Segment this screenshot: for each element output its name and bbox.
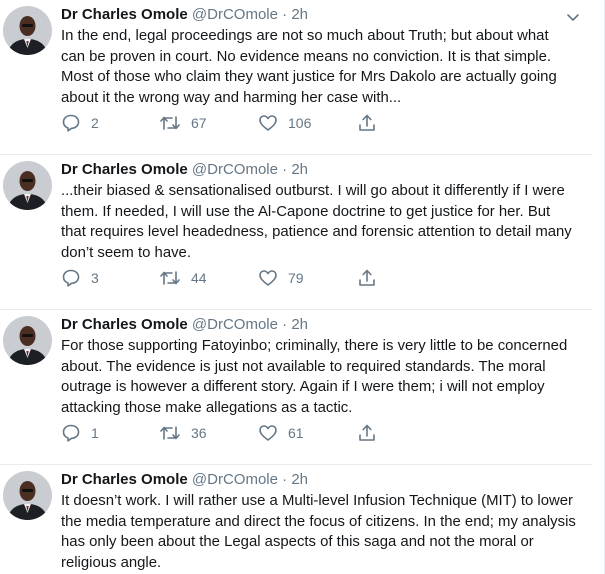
- tweet-line: outrage is however a different story. Ag…: [61, 379, 545, 396]
- tweet-header: Dr Charles Omole @DrCOmole · 2h: [61, 470, 308, 490]
- tweet-timestamp[interactable]: 2h: [291, 316, 308, 333]
- tweet-line: has only been about the Legal aspects of…: [61, 534, 534, 551]
- author-handle[interactable]: @DrCOmole: [192, 161, 278, 178]
- tweet-header: Dr Charles Omole @DrCOmole · 2h: [61, 315, 308, 335]
- tweet-line: the media temperature and direct the foc…: [61, 513, 576, 530]
- tweet-actions: 1 36 61: [61, 422, 461, 444]
- share-button[interactable]: [357, 422, 377, 444]
- author-name[interactable]: Dr Charles Omole: [61, 161, 188, 178]
- tweet-timestamp[interactable]: 2h: [291, 471, 308, 488]
- reply-icon: [61, 423, 81, 443]
- reply-button[interactable]: 2: [61, 112, 99, 134]
- share-button[interactable]: [357, 112, 377, 134]
- tweet-timestamp[interactable]: 2h: [291, 161, 308, 178]
- like-button[interactable]: 106: [258, 112, 311, 134]
- reply-count: 2: [91, 115, 99, 131]
- tweet-line: don’t seem to have.: [61, 244, 191, 261]
- tweet-feed: Dr Charles Omole @DrCOmole · 2h In the e…: [0, 0, 605, 574]
- author-handle[interactable]: @DrCOmole: [192, 316, 278, 333]
- avatar[interactable]: [3, 161, 52, 210]
- avatar[interactable]: [3, 471, 52, 520]
- retweet-button[interactable]: 36: [159, 422, 207, 444]
- reply-icon: [61, 113, 81, 133]
- share-icon: [357, 423, 377, 443]
- tweet-line: attacking those make allegations as a ta…: [61, 399, 353, 416]
- author-handle[interactable]: @DrCOmole: [192, 6, 278, 23]
- share-icon: [357, 113, 377, 133]
- retweet-count: 44: [191, 270, 207, 286]
- separator-dot: ·: [282, 316, 288, 333]
- like-button[interactable]: 61: [258, 422, 304, 444]
- like-icon: [258, 268, 278, 288]
- retweet-button[interactable]: 67: [159, 112, 207, 134]
- separator-dot: ·: [282, 6, 288, 23]
- tweet-line: them. If needed, I will use the Al-Capon…: [61, 203, 551, 220]
- retweet-count: 36: [191, 425, 207, 441]
- like-button[interactable]: 79: [258, 267, 304, 289]
- reply-icon: [61, 268, 81, 288]
- tweet-line: about. The evidence is just not availabl…: [61, 358, 546, 375]
- like-count: 79: [288, 270, 304, 286]
- like-count: 61: [288, 425, 304, 441]
- tweet-line: For those supporting Fatoyinbo; criminal…: [61, 338, 568, 354]
- like-count: 106: [288, 115, 312, 131]
- retweet-button[interactable]: 44: [159, 267, 207, 289]
- tweet-line: It doesn’t work. I will rather use a Mul…: [61, 493, 574, 509]
- avatar[interactable]: [3, 6, 52, 55]
- reply-button[interactable]: 3: [61, 267, 99, 289]
- reply-count: 1: [91, 425, 99, 441]
- tweet-line: ...their biased & sensationalised outbur…: [61, 183, 565, 199]
- separator-dot: ·: [282, 471, 288, 488]
- tweet-line: In the end, legal proceedings are not so…: [61, 28, 549, 44]
- tweet-text: In the end, legal proceedings are not so…: [61, 26, 581, 108]
- tweet[interactable]: Dr Charles Omole @DrCOmole · 2h It doesn…: [0, 465, 592, 574]
- tweet-text: It doesn’t work. I will rather use a Mul…: [61, 491, 581, 573]
- reply-button[interactable]: 1: [61, 422, 99, 444]
- tweet-line: that requires level headedness, patience…: [61, 224, 572, 241]
- avatar[interactable]: [3, 316, 52, 365]
- tweet-actions: 2 67 106: [61, 112, 461, 134]
- tweet-text: ...their biased & sensationalised outbur…: [61, 181, 581, 263]
- author-name[interactable]: Dr Charles Omole: [61, 316, 188, 333]
- tweet-line: about it the wrong way and harming her c…: [61, 89, 402, 106]
- share-button[interactable]: [357, 267, 377, 289]
- tweet-header: Dr Charles Omole @DrCOmole · 2h: [61, 160, 308, 180]
- tweet-line: can be proven in court. No evidence mean…: [61, 48, 551, 65]
- chevron-down-icon[interactable]: [566, 10, 580, 21]
- retweet-count: 67: [191, 115, 207, 131]
- tweet-actions: 3 44 79: [61, 267, 461, 289]
- reply-count: 3: [91, 270, 99, 286]
- tweet[interactable]: Dr Charles Omole @DrCOmole · 2h ...their…: [0, 155, 592, 310]
- tweet[interactable]: Dr Charles Omole @DrCOmole · 2h In the e…: [0, 0, 592, 155]
- tweet-text: For those supporting Fatoyinbo; criminal…: [61, 336, 581, 418]
- retweet-icon: [159, 268, 181, 288]
- like-icon: [258, 113, 278, 133]
- share-icon: [357, 268, 377, 288]
- separator-dot: ·: [282, 161, 288, 178]
- author-handle[interactable]: @DrCOmole: [192, 471, 278, 488]
- like-icon: [258, 423, 278, 443]
- tweet-timestamp[interactable]: 2h: [291, 6, 308, 23]
- retweet-icon: [159, 423, 181, 443]
- tweet[interactable]: Dr Charles Omole @DrCOmole · 2h For thos…: [0, 310, 592, 465]
- tweet-line: Most of those who claim they want justic…: [61, 69, 557, 86]
- retweet-icon: [159, 113, 181, 133]
- author-name[interactable]: Dr Charles Omole: [61, 6, 188, 23]
- tweet-header: Dr Charles Omole @DrCOmole · 2h: [61, 5, 308, 25]
- author-name[interactable]: Dr Charles Omole: [61, 471, 188, 488]
- tweet-line: religious angle.: [61, 554, 162, 571]
